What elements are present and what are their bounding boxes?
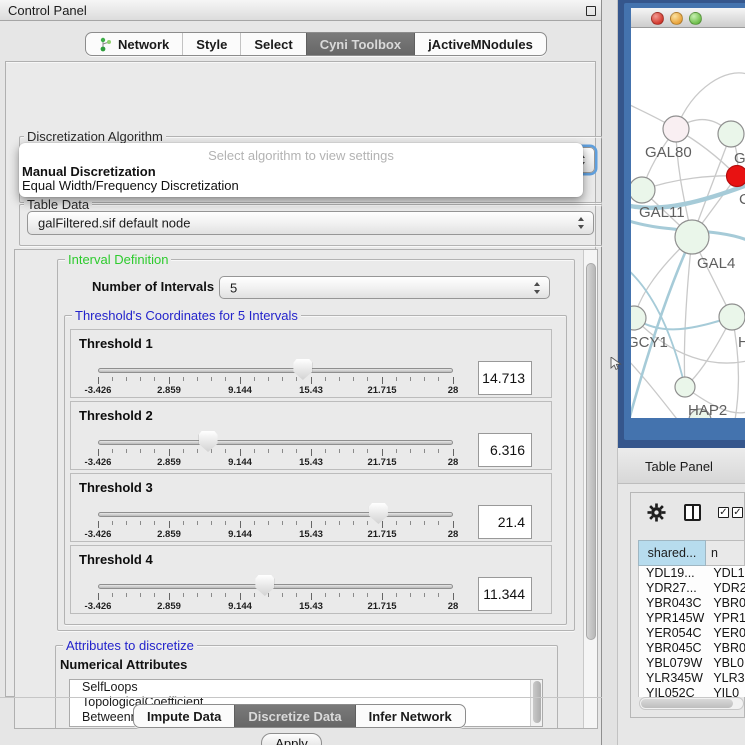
application-window: Control Panel ✕ Network Style Select Cyn… <box>0 0 745 745</box>
panel-divider[interactable] <box>602 0 618 745</box>
threshold-4-value-field[interactable]: 11.344 <box>478 577 532 611</box>
table-row[interactable]: YPR145WYPR1 <box>639 611 745 626</box>
column-header-name[interactable]: n <box>706 540 745 566</box>
slider-thumb[interactable] <box>369 503 388 524</box>
threshold-3-value-field[interactable]: 21.4 <box>478 505 532 539</box>
tab-discretize-data[interactable]: Discretize Data <box>234 705 354 727</box>
node-label-hap2: HAP2 <box>688 402 727 418</box>
close-traffic-light-icon[interactable] <box>651 12 664 25</box>
interval-definition-title: Interval Definition <box>65 252 171 267</box>
table-header-row: shared... n <box>638 540 745 566</box>
node-label-partial-h: H <box>738 334 745 351</box>
dropdown-item-manual-discretization[interactable]: Manual Discretization <box>21 164 581 178</box>
table-row[interactable]: YBR045CYBR0 <box>639 641 745 656</box>
column-header-shared[interactable]: shared... <box>638 540 706 566</box>
network-graph: GAL80 GA C GAL11 GAL4 GCY1 H HAP2 <box>631 28 745 418</box>
tab-network-label: Network <box>118 37 169 52</box>
table-horizontal-scrollbar[interactable] <box>639 697 744 710</box>
algorithm-dropdown-popup: Select algorithm to view settings Manual… <box>19 143 583 197</box>
settings-scroll-pane: Interval Definition Number of Intervals … <box>14 249 598 729</box>
table-panel-titlebar: Table Panel <box>618 448 745 484</box>
table-row[interactable]: YBL079WYBL0 <box>639 656 745 671</box>
slider-thumb[interactable] <box>255 575 274 596</box>
number-of-intervals-value: 5 <box>230 280 237 295</box>
table-row[interactable]: YDL19...YDL1 <box>639 566 745 581</box>
table-rows: YDL19...YDL1 YDR27...YDR2 YBR043CYBR0 YP… <box>638 566 745 697</box>
threshold-2-value-field[interactable]: 6.316 <box>478 433 532 467</box>
control-panel-title: Control Panel <box>8 3 87 18</box>
table-data-group-title: Table Data <box>24 197 92 212</box>
threshold-1-panel: Threshold 1 -3.4262.8599.14415.4321.7152… <box>70 329 552 398</box>
threshold-4-panel: Threshold 4 -3.4262.8599.14415.4321.7152… <box>70 545 552 614</box>
tab-select[interactable]: Select <box>240 33 305 55</box>
combo-arrows-icon <box>578 217 585 229</box>
table-row[interactable]: YIL052CYIL0 <box>639 686 745 697</box>
threshold-1-value-field[interactable]: 14.713 <box>478 361 532 395</box>
network-desktop: GAL80 GA C GAL11 GAL4 GCY1 H HAP2 <box>618 0 745 448</box>
node-label-gal80: GAL80 <box>645 144 692 161</box>
node-label-gal11: GAL11 <box>639 204 685 221</box>
slider-track[interactable] <box>98 512 453 517</box>
threshold-2-panel: Threshold 2 -3.4262.8599.14415.4321.7152… <box>70 401 552 470</box>
tab-impute-data[interactable]: Impute Data <box>134 705 234 727</box>
zoom-traffic-light-icon[interactable] <box>689 12 702 25</box>
network-icon <box>99 37 112 52</box>
top-tab-bar: Network Style Select Cyni Toolbox jActiv… <box>85 32 547 56</box>
algorithm-dropdown-prompt: Select algorithm to view settings <box>19 148 583 163</box>
tab-style[interactable]: Style <box>182 33 240 55</box>
threshold-3-panel: Threshold 3 -3.4262.8599.14415.4321.7152… <box>70 473 552 542</box>
split-view-icon[interactable] <box>684 504 701 521</box>
slider-track[interactable] <box>98 368 453 373</box>
table-panel-title: Table Panel <box>645 459 713 474</box>
node-label-gcy1: GCY1 <box>631 334 668 351</box>
list-scrollbar[interactable] <box>530 680 542 726</box>
node-label-partial-c: C <box>739 191 745 208</box>
slider-thumb[interactable] <box>199 431 218 452</box>
apply-button[interactable]: Apply <box>261 733 322 745</box>
thresholds-group-title: Threshold's Coordinates for 5 Intervals <box>72 308 301 323</box>
table-row[interactable]: YER054CYER0 <box>639 626 745 641</box>
tab-infer-network[interactable]: Infer Network <box>355 705 465 727</box>
attributes-group-title: Attributes to discretize <box>63 638 197 653</box>
network-window-titlebar[interactable] <box>631 8 745 28</box>
gear-icon[interactable] <box>647 503 666 522</box>
minimize-traffic-light-icon[interactable] <box>670 12 683 25</box>
discretization-algorithm-group-title: Discretization Algorithm <box>24 129 166 144</box>
table-data-value: galFiltered.sif default node <box>38 216 190 231</box>
bottom-tab-bar: Impute Data Discretize Data Infer Networ… <box>133 704 466 728</box>
numerical-attributes-label: Numerical Attributes <box>60 657 187 672</box>
scrollbar-thumb[interactable] <box>641 699 733 708</box>
table-row[interactable]: YLR345WYLR3 <box>639 671 745 686</box>
settings-vertical-scrollbar[interactable] <box>583 250 598 728</box>
control-panel-titlebar: Control Panel ✕ <box>0 0 601 21</box>
list-item[interactable]: SelfLoops <box>70 680 542 695</box>
mouse-cursor <box>610 357 622 371</box>
table-row[interactable]: YBR043CYBR0 <box>639 596 745 611</box>
cyni-toolbox-panel: Discretization Algorithm Select algorith… <box>5 61 596 697</box>
table-row[interactable]: YDR27...YDR2 <box>639 581 745 596</box>
table-panel-body: ✓ ✓ shared... n YDL19...YDL1 YDR27...YDR… <box>618 484 745 745</box>
slider-track[interactable] <box>98 440 453 445</box>
right-region: GAL80 GA C GAL11 GAL4 GCY1 H HAP2 Table … <box>618 0 745 745</box>
checkbox-icon[interactable]: ✓ <box>718 507 729 518</box>
table-data-combobox[interactable]: galFiltered.sif default node <box>27 211 594 235</box>
combo-arrows-icon <box>534 282 541 294</box>
node-label-partial-ga: GA <box>734 150 745 167</box>
scrollbar-thumb[interactable] <box>586 263 596 640</box>
bottom-separator <box>0 697 602 698</box>
number-of-intervals-label: Number of Intervals <box>92 279 214 294</box>
checkbox-icon[interactable]: ✓ <box>732 507 743 518</box>
node-label-gal4: GAL4 <box>697 255 735 272</box>
network-canvas[interactable]: GAL80 GA C GAL11 GAL4 GCY1 H HAP2 <box>631 28 745 418</box>
tab-network[interactable]: Network <box>86 33 182 55</box>
float-window-icon[interactable] <box>586 6 596 16</box>
dropdown-item-equal-width-frequency[interactable]: Equal Width/Frequency Discretization <box>21 178 581 192</box>
control-panel: Control Panel ✕ Network Style Select Cyn… <box>0 0 602 745</box>
slider-track[interactable] <box>98 584 453 589</box>
tab-cyni-toolbox[interactable]: Cyni Toolbox <box>306 33 414 55</box>
number-of-intervals-combobox[interactable]: 5 <box>219 276 550 299</box>
tab-jactivemnodules[interactable]: jActiveMNodules <box>414 33 546 55</box>
